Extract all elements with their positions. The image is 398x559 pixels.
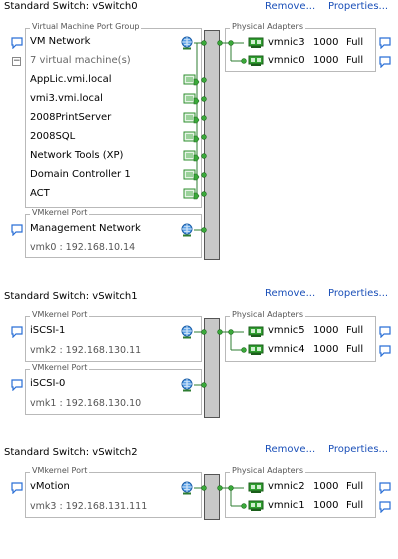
virtual-machine-icon[interactable] <box>183 149 200 164</box>
globe-network-icon <box>181 36 193 50</box>
speech-bubble-icon[interactable] <box>11 224 23 236</box>
globe-network-icon <box>181 481 193 495</box>
virtual-machine-icon[interactable] <box>183 73 200 88</box>
virtual-machine-icon[interactable] <box>183 130 200 145</box>
speech-bubble-icon[interactable] <box>379 501 391 513</box>
network-adapter-icon <box>248 326 264 337</box>
speech-bubble-icon[interactable] <box>11 37 23 49</box>
globe-network-icon <box>181 223 193 237</box>
globe-network-icon <box>181 325 193 339</box>
network-adapter-icon <box>248 37 264 48</box>
network-adapter-icon <box>248 344 264 355</box>
network-adapter-icon <box>248 500 264 511</box>
speech-bubble-icon[interactable] <box>379 482 391 494</box>
virtual-machine-icon[interactable] <box>183 168 200 183</box>
virtual-machine-icon[interactable] <box>183 92 200 107</box>
virtual-machine-icon[interactable] <box>183 111 200 126</box>
speech-bubble-icon[interactable] <box>379 37 391 49</box>
network-adapter-icon <box>248 55 264 66</box>
speech-bubble-icon[interactable] <box>11 326 23 338</box>
network-adapter-icon <box>248 482 264 493</box>
speech-bubble-icon[interactable] <box>379 326 391 338</box>
virtual-machine-icon[interactable] <box>183 187 200 202</box>
speech-bubble-icon[interactable] <box>11 482 23 494</box>
globe-network-icon <box>181 378 193 392</box>
speech-bubble-icon[interactable] <box>379 345 391 357</box>
speech-bubble-icon[interactable] <box>379 56 391 68</box>
speech-bubble-icon[interactable] <box>11 379 23 391</box>
